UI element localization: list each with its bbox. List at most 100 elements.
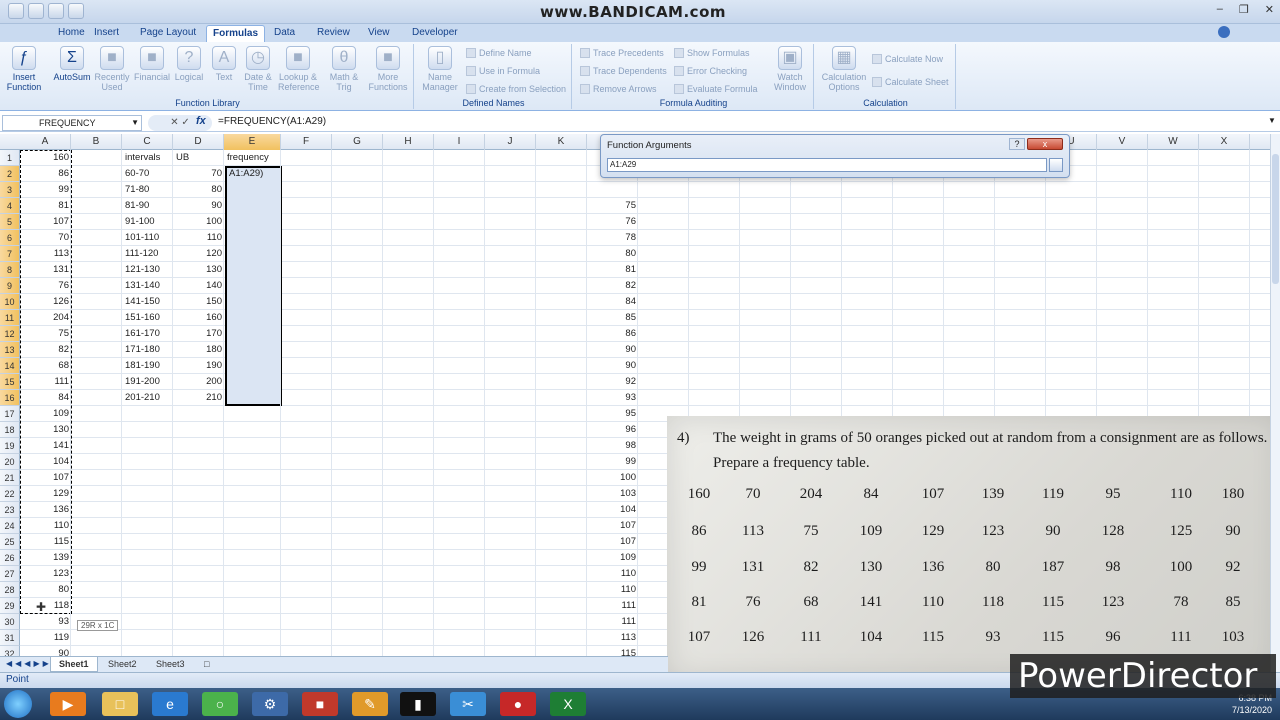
evaluate-formula-button[interactable]: Evaluate Formula	[674, 84, 758, 94]
column-header-e[interactable]: E	[224, 134, 281, 150]
chevron-down-icon[interactable]: ▼	[131, 116, 139, 130]
more-functions-button[interactable]: ■ More Functions	[368, 46, 408, 92]
cell-a25[interactable]: 115	[20, 534, 69, 550]
cell-k10[interactable]: 84	[587, 294, 636, 310]
scroll-thumb[interactable]	[1272, 154, 1279, 284]
cell-a26[interactable]: 139	[20, 550, 69, 566]
watch-window-button[interactable]: ▣ Watch Window	[770, 46, 810, 92]
cell-k6[interactable]: 78	[587, 230, 636, 246]
row-header-16[interactable]: 16	[0, 390, 20, 406]
cell-a1[interactable]: 160	[20, 150, 69, 166]
cell-c14[interactable]: 181-190	[125, 358, 175, 374]
paint-icon[interactable]: ✎	[352, 692, 388, 716]
row-header-30[interactable]: 30	[0, 614, 20, 630]
browser-icon[interactable]: e	[152, 692, 188, 716]
cell-k7[interactable]: 80	[587, 246, 636, 262]
show-formulas-button[interactable]: Show Formulas	[674, 48, 750, 58]
column-header-g[interactable]: G	[332, 134, 383, 150]
function-arguments-dialog[interactable]: Function Arguments ? x A1:A29	[600, 134, 1070, 178]
row-header-4[interactable]: 4	[0, 198, 20, 214]
undo-icon[interactable]	[48, 3, 64, 19]
row-header-17[interactable]: 17	[0, 406, 20, 422]
restore-icon[interactable]: ❐	[1239, 3, 1249, 16]
cell-k11[interactable]: 85	[587, 310, 636, 326]
cell-a32[interactable]: 90	[20, 646, 69, 656]
redo-icon[interactable]	[68, 3, 84, 19]
cell-d9[interactable]: 140	[173, 278, 222, 294]
trace-precedents-button[interactable]: Trace Precedents	[580, 48, 664, 58]
app-icon[interactable]: ⚙	[252, 692, 288, 716]
row-header-20[interactable]: 20	[0, 454, 20, 470]
row-header-27[interactable]: 27	[0, 566, 20, 582]
cell-a2[interactable]: 86	[20, 166, 69, 182]
cell-a21[interactable]: 107	[20, 470, 69, 486]
acrobat-icon[interactable]: ■	[302, 692, 338, 716]
cell-k24[interactable]: 107	[587, 518, 636, 534]
dialog-help-button[interactable]: ?	[1009, 138, 1025, 150]
cell-d13[interactable]: 180	[173, 342, 222, 358]
cell-d15[interactable]: 200	[173, 374, 222, 390]
chrome-icon[interactable]: ○	[202, 692, 238, 716]
row-header-26[interactable]: 26	[0, 550, 20, 566]
row-header-24[interactable]: 24	[0, 518, 20, 534]
tab-formulas[interactable]: Formulas	[206, 25, 266, 42]
cell-c11[interactable]: 151-160	[125, 310, 175, 326]
cell-k28[interactable]: 110	[587, 582, 636, 598]
column-header-h[interactable]: H	[383, 134, 434, 150]
cell-k16[interactable]: 93	[587, 390, 636, 406]
tab-insert[interactable]: Insert	[88, 25, 125, 42]
range-input[interactable]: A1:A29	[607, 158, 1047, 172]
cell-a15[interactable]: 111	[20, 374, 69, 390]
recently-used-button[interactable]: ■ Recently Used	[92, 46, 132, 92]
column-header-i[interactable]: I	[434, 134, 485, 150]
cell-a19[interactable]: 141	[20, 438, 69, 454]
cell-k4[interactable]: 75	[587, 198, 636, 214]
cell-k29[interactable]: 111	[587, 598, 636, 614]
row-header-12[interactable]: 12	[0, 326, 20, 342]
cell-d10[interactable]: 150	[173, 294, 222, 310]
cell-k13[interactable]: 90	[587, 342, 636, 358]
cell-a22[interactable]: 129	[20, 486, 69, 502]
cell-k23[interactable]: 104	[587, 502, 636, 518]
use-in-formula-button[interactable]: Use in Formula	[466, 66, 540, 76]
calculation-options-button[interactable]: ▦ Calculation Options	[820, 46, 868, 92]
row-header-6[interactable]: 6	[0, 230, 20, 246]
row-header-29[interactable]: 29	[0, 598, 20, 614]
cell-c1[interactable]: intervals	[125, 150, 175, 166]
dialog-close-button[interactable]: x	[1027, 138, 1063, 150]
cell-c2[interactable]: 60-70	[125, 166, 175, 182]
sheet-tab-2[interactable]: Sheet2	[100, 657, 145, 672]
name-box[interactable]: FREQUENCY ▼	[2, 115, 142, 131]
sheet-tab-1[interactable]: Sheet1	[50, 657, 98, 672]
logical-button[interactable]: ? Logical	[169, 46, 209, 82]
vertical-scrollbar[interactable]	[1270, 134, 1280, 672]
row-header-10[interactable]: 10	[0, 294, 20, 310]
row-header-23[interactable]: 23	[0, 502, 20, 518]
error-checking-button[interactable]: Error Checking	[674, 66, 747, 76]
math-trig-button[interactable]: θ Math & Trig	[324, 46, 364, 92]
row-header-8[interactable]: 8	[0, 262, 20, 278]
cell-a29[interactable]: 118	[20, 598, 69, 614]
tab-data[interactable]: Data	[268, 25, 301, 42]
cell-c8[interactable]: 121-130	[125, 262, 175, 278]
cell-a18[interactable]: 130	[20, 422, 69, 438]
cell-a20[interactable]: 104	[20, 454, 69, 470]
row-header-1[interactable]: 1	[0, 150, 20, 166]
date-time-button[interactable]: ◷ Date & Time	[238, 46, 278, 92]
row-header-22[interactable]: 22	[0, 486, 20, 502]
cell-c3[interactable]: 71-80	[125, 182, 175, 198]
insert-function-icon[interactable]: fx	[196, 115, 206, 127]
tab-view[interactable]: View	[362, 25, 396, 42]
selected-range-e2-e16[interactable]	[225, 166, 282, 406]
cell-a3[interactable]: 99	[20, 182, 69, 198]
cell-c7[interactable]: 111-120	[125, 246, 175, 262]
media-player-icon[interactable]: ▶	[50, 692, 86, 716]
create-from-selection-button[interactable]: Create from Selection	[466, 84, 566, 94]
cell-a27[interactable]: 123	[20, 566, 69, 582]
cell-a9[interactable]: 76	[20, 278, 69, 294]
column-header-d[interactable]: D	[173, 134, 224, 150]
cell-c9[interactable]: 131-140	[125, 278, 175, 294]
row-header-21[interactable]: 21	[0, 470, 20, 486]
tab-developer[interactable]: Developer	[406, 25, 464, 42]
sheet-tab-3[interactable]: Sheet3	[148, 657, 193, 672]
